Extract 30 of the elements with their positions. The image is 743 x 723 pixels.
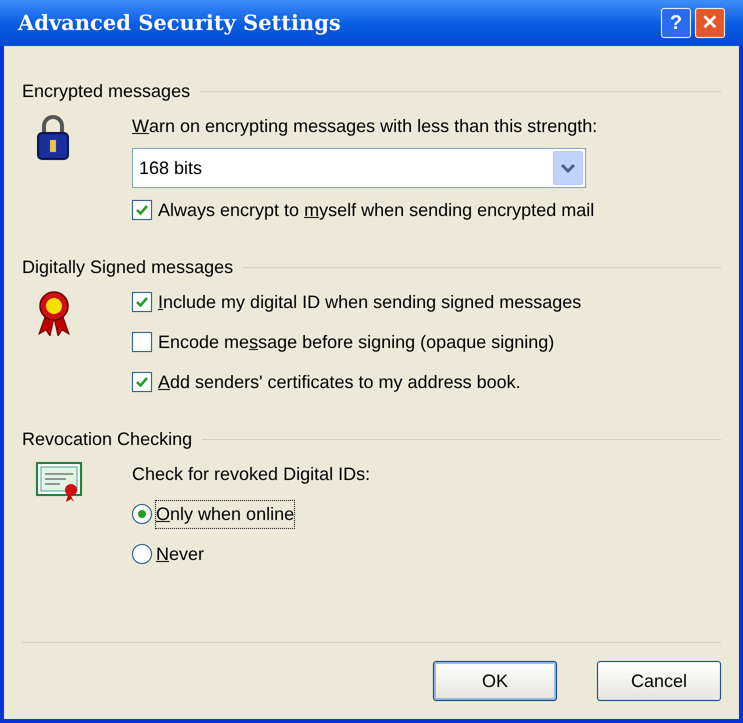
checkmark-icon (135, 203, 149, 217)
radio-button[interactable] (132, 544, 152, 564)
group-heading: Digitally Signed messages (22, 256, 234, 279)
radio-option[interactable]: Only when online (132, 494, 294, 534)
close-button[interactable]: ✕ (695, 8, 725, 38)
radio-button[interactable] (132, 504, 152, 524)
dropdown-value: 168 bits (139, 156, 202, 180)
checkbox-option[interactable]: Always encrypt to myself when sending encrypted mail (132, 190, 594, 230)
field-label: Check for revoked Digital IDs: (132, 462, 370, 486)
checkbox-option[interactable]: Encode message before signing (opaque signing) (132, 322, 554, 362)
ok-button[interactable]: OK (433, 661, 557, 701)
radio-option[interactable]: Never (132, 534, 204, 574)
window-title: Advanced Security Settings (18, 9, 341, 38)
checkmark-icon (135, 295, 149, 309)
checkbox-option[interactable]: Add senders' certificates to my address book. (132, 362, 521, 402)
help-button[interactable]: ? (661, 8, 691, 38)
award-ribbon-icon (36, 290, 72, 336)
cancel-button[interactable]: Cancel (597, 661, 721, 701)
group-heading: Encrypted messages (22, 80, 190, 103)
padlock-icon (36, 114, 70, 160)
checkbox[interactable] (132, 332, 152, 352)
checkbox[interactable] (132, 200, 152, 220)
checkbox[interactable] (132, 292, 152, 312)
certificate-icon (36, 462, 82, 502)
checkbox[interactable] (132, 372, 152, 392)
checkmark-icon (135, 375, 149, 389)
field-label: Warn on encrypting messages with less than this strength: (132, 114, 598, 138)
strength-dropdown[interactable]: 168 bits (132, 148, 586, 188)
checkbox-option[interactable]: Include my digital ID when sending signed messages (132, 282, 582, 322)
group-heading: Revocation Checking (22, 428, 192, 451)
